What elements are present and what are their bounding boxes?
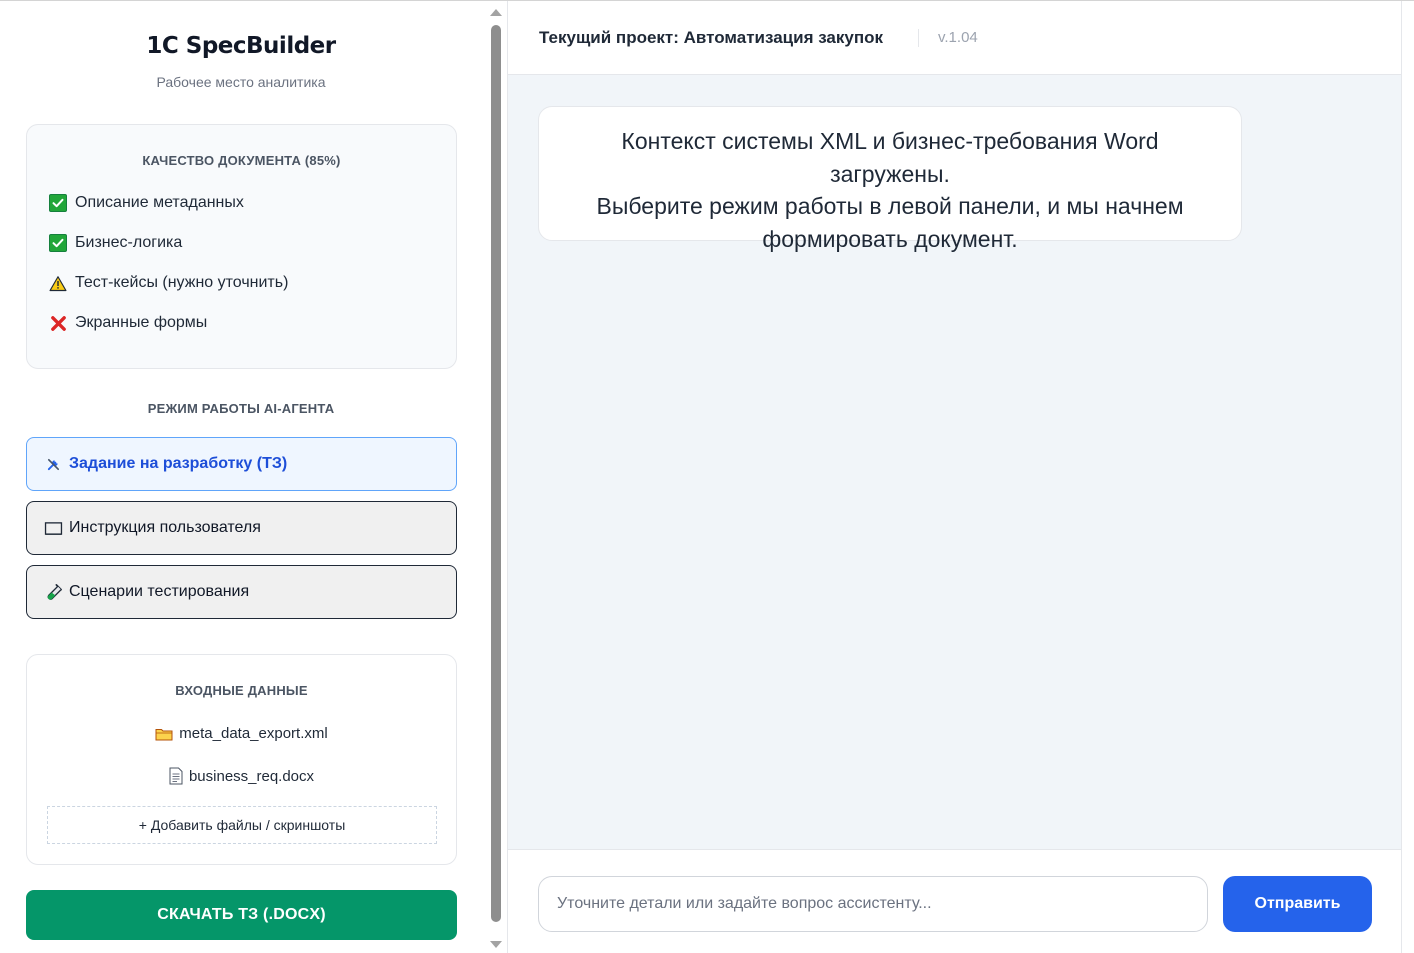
message-line: Выберите режим работы в левой панели, и … [596,193,1184,219]
input-file-name: business_req.docx [188,767,315,785]
quality-item: Тест-кейсы (нужно уточнить) [49,274,288,292]
mode-option-tests[interactable]: Сценарии тестирования [26,565,457,619]
download-spec-button[interactable]: СКАЧАТЬ ТЗ (.DOCX) [26,890,457,940]
input-file-name: meta_data_export.xml [179,725,328,742]
quality-item-label: Экранные формы [75,314,208,331]
add-files-button[interactable]: + Добавить файлы / скриншоты [47,806,437,844]
message-line: формировать документ. [762,225,1018,252]
header-divider [918,29,919,47]
mode-title: РЕЖИМ РАБОТЫ AI-АГЕНТА [147,401,335,416]
quality-item: Описание метаданных [49,194,244,212]
warning-icon [49,274,67,292]
quality-item-label: Бизнес-логика [75,234,183,251]
chat-input[interactable] [538,876,1208,932]
quality-item-label: Тест-кейсы (нужно уточнить) [75,274,289,291]
quality-item: Экранные формы [49,314,207,332]
input-file[interactable]: business_req.docx [27,767,456,785]
scroll-up-arrow[interactable] [490,9,502,16]
quality-card: КАЧЕСТВО ДОКУМЕНТА (85%) Описание метада… [26,124,457,369]
scroll-down-arrow[interactable] [490,941,502,948]
inputs-title: ВХОДНЫЕ ДАННЫЕ [175,683,308,698]
mode-option-spec[interactable]: Задание на разработку (ТЗ) [26,437,457,491]
main-header: Текущий проект: Автоматизация закупок v.… [508,1,1402,75]
version-label: v.1.04 [938,29,978,46]
quality-item-label: Описание метаданных [75,194,244,211]
inputs-card: ВХОДНЫЕ ДАННЫЕ meta_data_export.xml busi… [26,654,457,865]
test-tube-icon [43,582,63,602]
sidebar: 1C SpecBuilder Рабочее место аналитика К… [0,1,484,953]
input-file[interactable]: meta_data_export.xml [27,725,456,742]
app-brand: 1C SpecBuilder [146,33,336,59]
mode-option-label: Сценарии тестирования [69,583,250,600]
tools-icon [43,454,63,474]
chat-footer: Отправить [508,849,1402,953]
scroll-thumb[interactable] [491,25,501,922]
assistant-message: Контекст системы XML и бизнес-требования… [538,106,1242,252]
mode-option-label: Инструкция пользователя [69,519,261,536]
project-title: Текущий проект: Автоматизация закупок [539,28,884,47]
document-icon [169,767,183,785]
send-button[interactable]: Отправить [1223,876,1372,932]
check-icon [49,234,67,252]
quality-item: Бизнес-логика [49,234,182,252]
app-subtitle: Рабочее место аналитика [156,74,326,90]
folder-icon [155,727,173,741]
mode-option-manual[interactable]: Инструкция пользователя [26,501,457,555]
window-edge [1401,1,1414,953]
cross-icon [49,314,67,332]
quality-title: КАЧЕСТВО ДОКУМЕНТА (85%) [142,153,341,168]
mode-option-label: Задание на разработку (ТЗ) [69,455,288,472]
book-icon [43,518,63,538]
main-panel: Текущий проект: Автоматизация закупок v.… [507,1,1402,953]
check-icon [49,194,67,212]
message-line: Контекст системы XML и бизнес-требования… [621,128,1159,187]
